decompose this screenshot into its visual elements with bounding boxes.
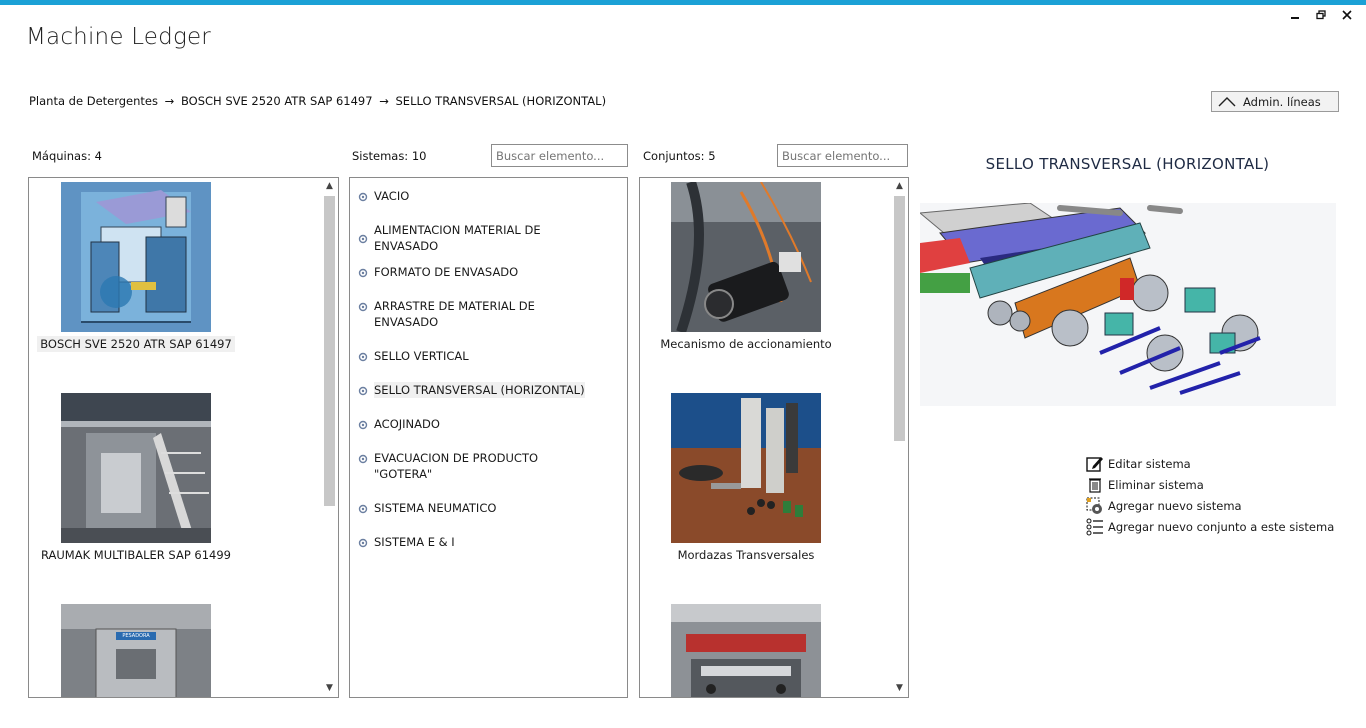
scroll-up-icon[interactable]: ▲ [891, 178, 908, 195]
system-label: EVACUACION DE PRODUCTO "GOTERA" [374, 451, 539, 481]
system-label: VACIO [374, 189, 410, 203]
system-icon [358, 192, 368, 202]
sign-text: PESADORA [116, 632, 156, 640]
scroll-thumb[interactable] [894, 196, 905, 441]
machine-card[interactable]: BOSCH SVE 2520 ATR SAP 61497 [36, 182, 236, 352]
title-bar-accent [0, 0, 1366, 5]
restore-icon[interactable] [1310, 8, 1332, 24]
system-icon [358, 302, 368, 312]
assembly-card[interactable]: Mordazas Transversales [646, 393, 846, 563]
system-label: FORMATO DE ENVASADO [374, 265, 519, 279]
system-actions: Editar sistema Eliminar sistema Agregar … [1086, 453, 1334, 537]
system-item-acojinado[interactable]: ACOJINADO [358, 416, 598, 432]
assembly-image [671, 182, 821, 332]
machine-card[interactable]: PESADORA [36, 604, 236, 697]
assembly-card[interactable]: Mecanismo de accionamiento [646, 182, 846, 352]
systems-count-label: Sistemas: 10 [352, 149, 427, 163]
system-label: SELLO VERTICAL [374, 349, 469, 363]
system-label: ARRASTRE DE MATERIAL DE ENVASADO [374, 299, 535, 329]
add-list-icon [1086, 518, 1103, 535]
add-assembly-button[interactable]: Agregar nuevo conjunto a este sistema [1086, 516, 1334, 537]
system-icon [358, 386, 368, 396]
breadcrumb-separator: → [164, 94, 175, 108]
system-item-evacuacion[interactable]: EVACUACION DE PRODUCTO "GOTERA" [358, 450, 598, 482]
system-icon [358, 538, 368, 548]
machine-image [61, 393, 211, 543]
delete-system-label: Eliminar sistema [1108, 477, 1204, 492]
add-system-button[interactable]: Agregar nuevo sistema [1086, 495, 1334, 516]
system-label: SISTEMA E & I [374, 535, 455, 549]
assembly-caption: Mecanismo de accionamiento [660, 337, 832, 351]
machine-caption: RAUMAK MULTIBALER SAP 61499 [40, 548, 231, 562]
scroll-thumb[interactable] [324, 196, 335, 506]
system-item-formato[interactable]: FORMATO DE ENVASADO [358, 264, 598, 280]
breadcrumb-item[interactable]: BOSCH SVE 2520 ATR SAP 61497 [181, 94, 373, 108]
machines-scrollbar[interactable]: ▲ ▼ [321, 178, 338, 697]
system-item-vacio[interactable]: VACIO [358, 188, 598, 204]
assembly-card[interactable] [646, 604, 846, 697]
systems-list: VACIO ALIMENTACION MATERIAL DE ENVASADO … [358, 188, 598, 568]
admin-lines-label: Admin. líneas [1243, 94, 1321, 109]
system-icon [358, 234, 368, 244]
system-item-arrastre[interactable]: ARRASTRE DE MATERIAL DE ENVASADO [358, 298, 598, 330]
system-label: ACOJINADO [374, 417, 440, 431]
edit-icon [1086, 456, 1103, 472]
close-icon[interactable] [1336, 8, 1358, 24]
edit-system-label: Editar sistema [1108, 456, 1191, 471]
trash-icon [1089, 477, 1101, 493]
systems-search-input[interactable] [491, 144, 628, 167]
minimize-icon[interactable] [1284, 8, 1306, 24]
system-item-alimentacion[interactable]: ALIMENTACION MATERIAL DE ENVASADO [358, 222, 598, 254]
system-label: SELLO TRANSVERSAL (HORIZONTAL) [374, 382, 585, 398]
machine-card[interactable]: RAUMAK MULTIBALER SAP 61499 [36, 393, 236, 563]
assemblies-search-input[interactable] [777, 144, 908, 167]
system-icon [358, 454, 368, 464]
window-controls [1284, 8, 1358, 24]
assembly-image [671, 604, 821, 697]
admin-lines-button[interactable]: Admin. líneas [1211, 91, 1339, 112]
chevron-up-icon [1218, 96, 1236, 106]
delete-system-button[interactable]: Eliminar sistema [1086, 474, 1334, 495]
system-cad-image [920, 203, 1336, 406]
scroll-down-icon[interactable]: ▼ [891, 680, 908, 697]
machine-caption: BOSCH SVE 2520 ATR SAP 61497 [37, 336, 235, 352]
machines-count-label: Máquinas: 4 [32, 149, 102, 163]
system-item-e-i[interactable]: SISTEMA E & I [358, 534, 598, 550]
breadcrumb-separator: → [379, 94, 389, 108]
machines-panel[interactable]: BOSCH SVE 2520 ATR SAP 61497 RAUMAK MULT… [28, 177, 339, 698]
system-icon [358, 352, 368, 362]
add-system-icon [1086, 497, 1102, 514]
machine-image [61, 182, 211, 332]
scroll-up-icon[interactable]: ▲ [321, 178, 338, 195]
assembly-caption: Mordazas Transversales [677, 548, 815, 562]
system-icon [358, 420, 368, 430]
breadcrumb-item[interactable]: SELLO TRANSVERSAL (HORIZONTAL) [396, 94, 607, 108]
assembly-image [671, 393, 821, 543]
system-label: SISTEMA NEUMATICO [374, 501, 497, 515]
assemblies-count-label: Conjuntos: 5 [643, 149, 716, 163]
breadcrumb: Planta de Detergentes → BOSCH SVE 2520 A… [29, 94, 606, 108]
system-item-neumatico[interactable]: SISTEMA NEUMATICO [358, 500, 598, 516]
scroll-down-icon[interactable]: ▼ [321, 680, 338, 697]
system-label: ALIMENTACION MATERIAL DE ENVASADO [374, 223, 541, 253]
edit-system-button[interactable]: Editar sistema [1086, 453, 1334, 474]
system-icon [358, 268, 368, 278]
assemblies-panel[interactable]: Mecanismo de accionamiento Mordazas Tran… [639, 177, 909, 698]
app-title: Machine Ledger [26, 24, 211, 50]
machine-image: PESADORA [61, 604, 211, 697]
assemblies-scrollbar[interactable]: ▲ ▼ [891, 178, 908, 697]
systems-panel[interactable]: VACIO ALIMENTACION MATERIAL DE ENVASADO … [349, 177, 628, 698]
system-item-sello-transversal[interactable]: SELLO TRANSVERSAL (HORIZONTAL) [358, 382, 598, 398]
system-icon [358, 504, 368, 514]
detail-title: SELLO TRANSVERSAL (HORIZONTAL) [985, 155, 1270, 173]
add-system-label: Agregar nuevo sistema [1108, 498, 1242, 513]
breadcrumb-item[interactable]: Planta de Detergentes [29, 94, 158, 108]
system-item-sello-vertical[interactable]: SELLO VERTICAL [358, 348, 598, 364]
add-assembly-label: Agregar nuevo conjunto a este sistema [1108, 519, 1335, 534]
